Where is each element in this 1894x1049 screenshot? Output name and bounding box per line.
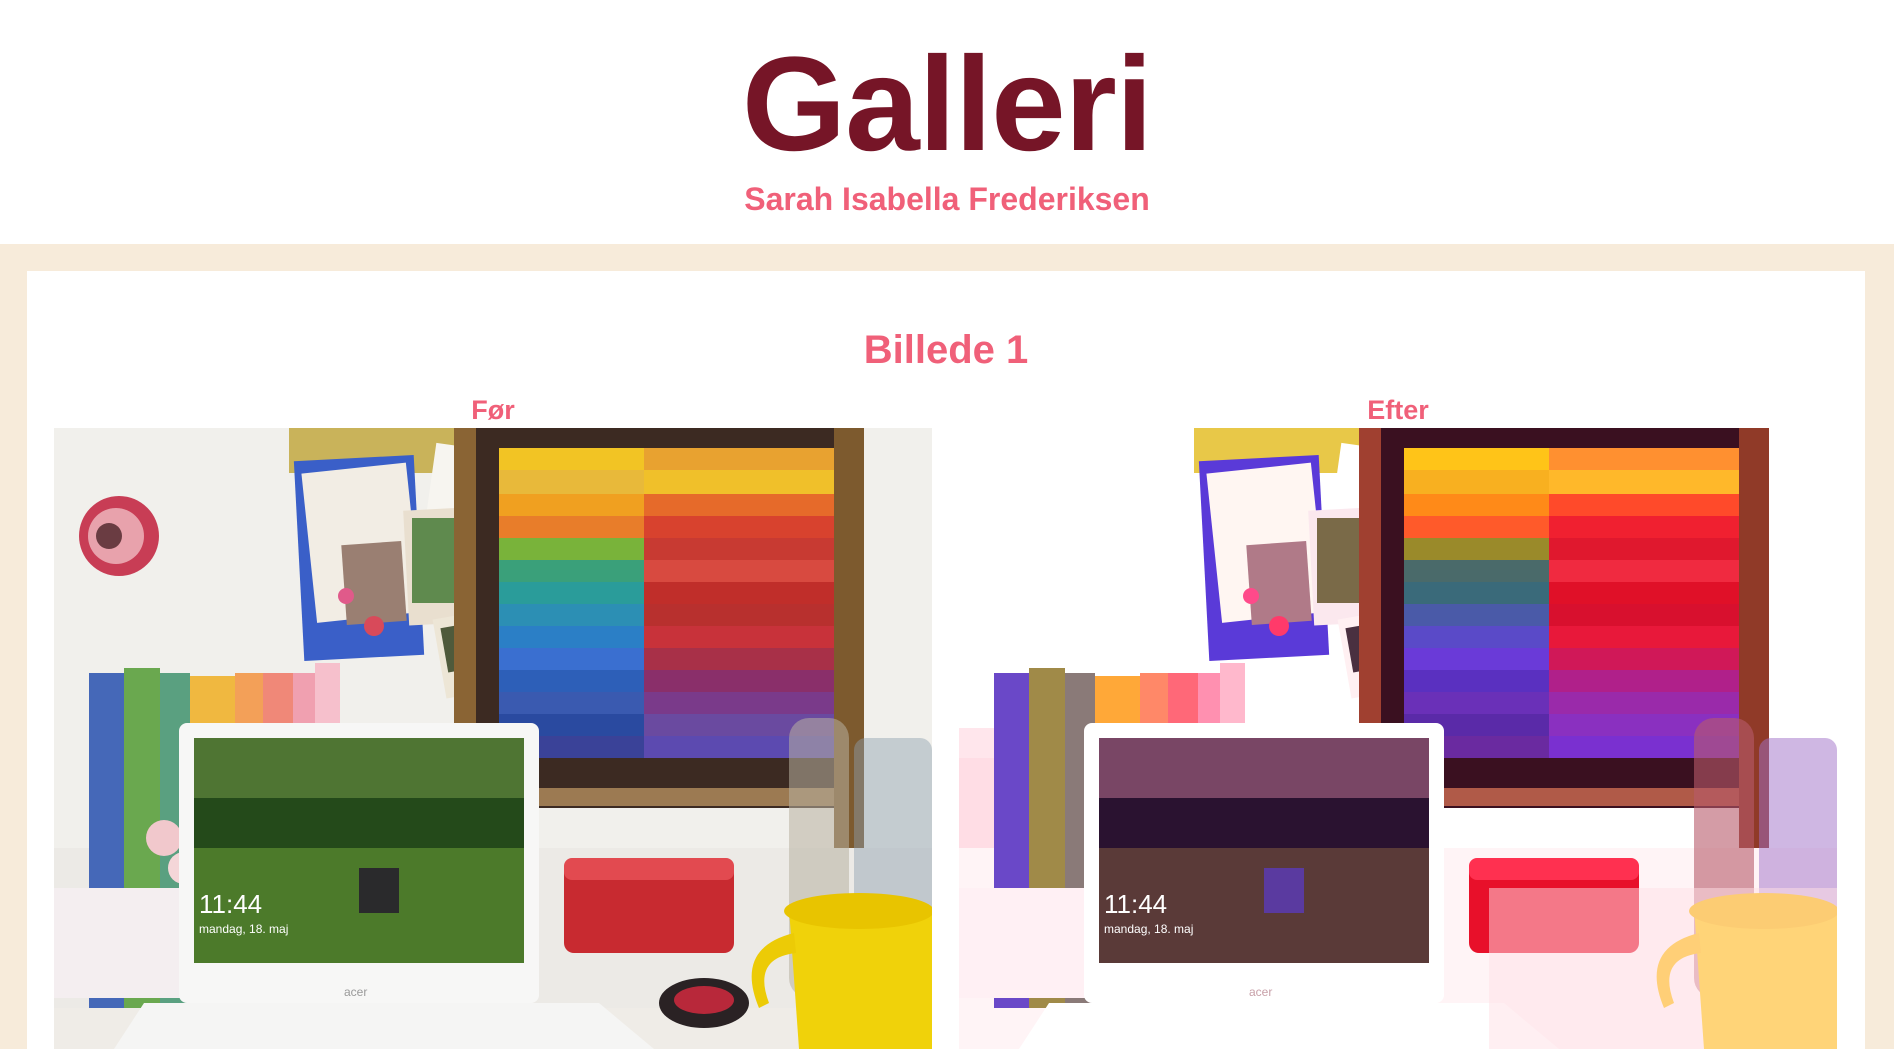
photo-after: 11:44 mandag, 18. maj acer	[959, 428, 1837, 1049]
page-header: Galleri Sarah Isabella Frederiksen	[0, 0, 1894, 244]
after-label: Efter	[1367, 395, 1429, 425]
author-name: Sarah Isabella Frederiksen	[744, 181, 1150, 217]
screen-date: mandag, 18. maj	[1104, 922, 1193, 936]
section-title: Billede 1	[863, 328, 1029, 372]
laptop-brand: acer	[1249, 985, 1272, 999]
photo-before: 11:44 mandag, 18. maj acer	[54, 428, 932, 1049]
before-label: Før	[471, 395, 515, 425]
laptop-brand: acer	[344, 985, 367, 999]
gallery-card: Billede 1 Før Efter 11:44 mandag, 18. ma…	[27, 271, 1865, 1049]
page-title: Galleri	[741, 30, 1153, 179]
screen-time: 11:44	[1104, 889, 1167, 919]
screen-time: 11:44	[199, 889, 262, 919]
screen-date: mandag, 18. maj	[199, 922, 288, 936]
